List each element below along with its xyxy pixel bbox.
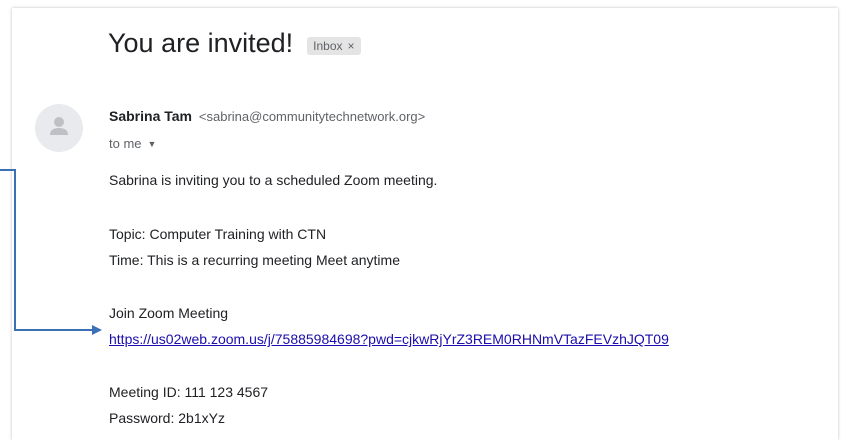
meeting-id: Meeting ID: 111 123 4567 <box>109 384 269 400</box>
inbox-label-text: Inbox <box>313 38 343 53</box>
caret-down-icon[interactable]: ▼ <box>148 139 157 149</box>
zoom-join-link[interactable]: https://us02web.zoom.us/j/75885984698?pw… <box>109 331 669 347</box>
meeting-password: Password: 2b1xYz <box>109 410 225 426</box>
email-subject-row: You are invited! Inbox × <box>108 28 361 59</box>
meeting-time: Time: This is a recurring meeting Meet a… <box>109 252 400 268</box>
meeting-topic: Topic: Computer Training with CTN <box>109 226 327 242</box>
email-panel <box>12 8 838 440</box>
recipient-line[interactable]: to me ▼ <box>109 136 156 151</box>
invite-intro: Sabrina is inviting you to a scheduled Z… <box>109 172 438 188</box>
sender-avatar[interactable] <box>35 104 83 152</box>
sender-email: <sabrina@communitytechnetwork.org> <box>198 109 426 124</box>
person-icon <box>50 117 68 135</box>
recipient-text: to me <box>109 136 142 151</box>
sender-name[interactable]: Sabrina Tam <box>109 108 192 124</box>
sender-line: Sabrina Tam <sabrina@communitytechnetwor… <box>109 108 425 124</box>
inbox-label-chip[interactable]: Inbox × <box>307 36 361 55</box>
email-subject: You are invited! <box>108 28 294 58</box>
remove-label-icon[interactable]: × <box>348 39 355 53</box>
join-heading: Join Zoom Meeting <box>109 305 229 321</box>
